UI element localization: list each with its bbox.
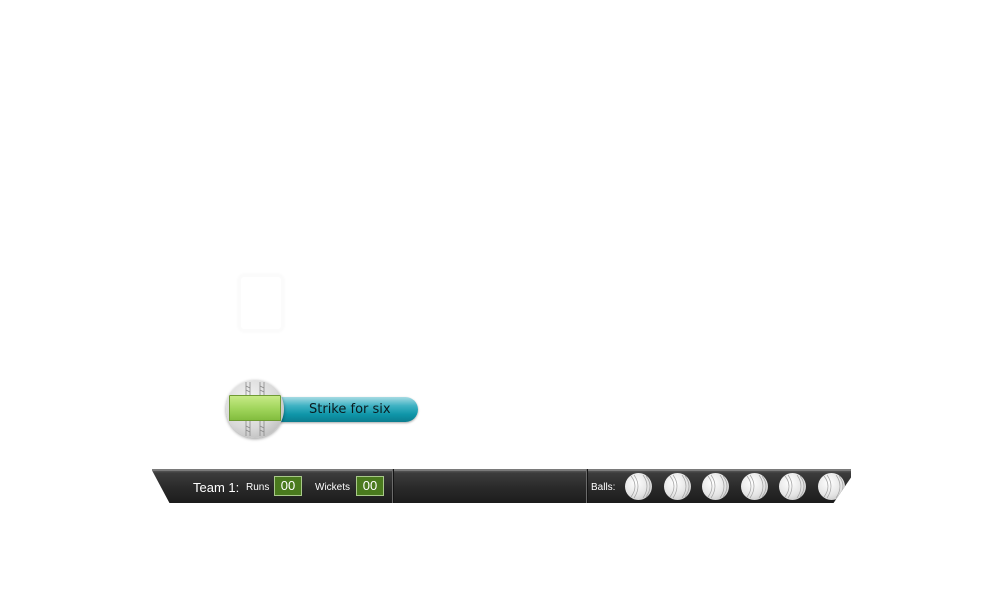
pitch-green-panel bbox=[229, 395, 281, 421]
balls-label: Balls: bbox=[591, 482, 616, 493]
runs-label: Runs bbox=[246, 482, 270, 493]
cricket-ball-icon bbox=[779, 473, 806, 500]
cricket-ball-icon bbox=[663, 473, 691, 500]
empty-slot-frame bbox=[238, 274, 284, 332]
cricket-ball-icon bbox=[817, 473, 845, 500]
score-bar: Team 1: Runs 00 Wickets 00 Balls: bbox=[152, 469, 851, 503]
team-label: Team 1: bbox=[193, 480, 240, 495]
cricket-pitch-icon bbox=[226, 380, 284, 438]
score-divider-left bbox=[392, 469, 393, 503]
strike-for-six-button[interactable]: Strike for six bbox=[226, 380, 420, 440]
cricket-ball-icon bbox=[625, 473, 652, 500]
game-stage: Strike for six Team 1: Runs 00 Wickets 0… bbox=[0, 0, 993, 609]
wickets-counter: 00 bbox=[356, 476, 384, 496]
cricket-ball-icon bbox=[740, 473, 768, 500]
wickets-label: Wickets bbox=[315, 482, 350, 493]
score-divider-right bbox=[586, 469, 587, 503]
strike-button-label: Strike for six bbox=[309, 402, 391, 417]
runs-counter: 00 bbox=[274, 476, 302, 496]
cricket-ball-icon bbox=[702, 473, 729, 500]
